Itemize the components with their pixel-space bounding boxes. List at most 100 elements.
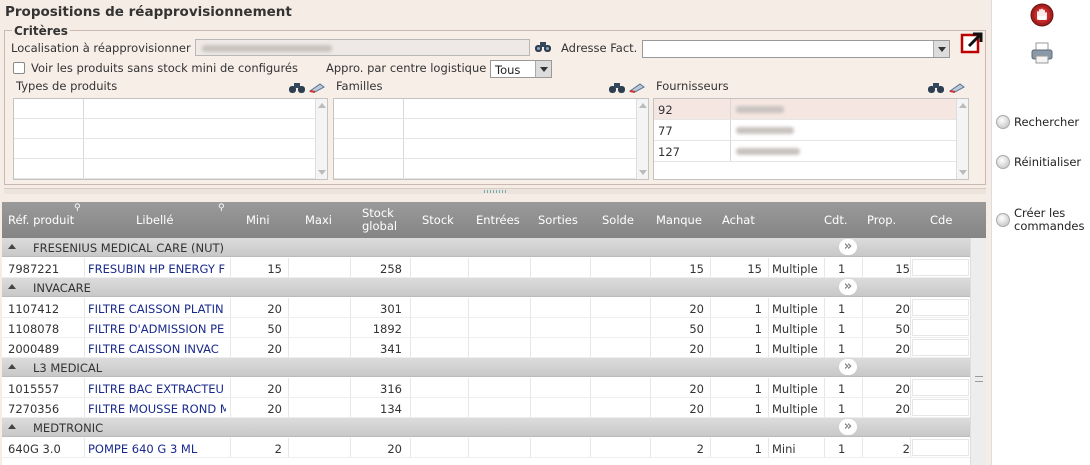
cell-achat: 1 (754, 322, 762, 336)
col-achat[interactable]: Achat (722, 214, 755, 227)
cell-manque: 50 (689, 322, 704, 336)
binoculars-icon[interactable] (534, 41, 552, 53)
cell-ref: 640G 3.0 (8, 442, 61, 456)
table-row[interactable]: 1015557 FILTRE BAC EXTRACTEU 20 316 20 1 Multi… (2, 378, 970, 398)
grid-scrollbar[interactable] (970, 238, 986, 465)
col-prop[interactable]: Prop. (867, 214, 896, 227)
fournisseurs-list[interactable]: 92 77 127 (653, 98, 969, 180)
column-search-icon[interactable]: ⚲ (218, 202, 225, 215)
cell-prop: 15 (895, 262, 910, 276)
cell-prop: 50 (895, 322, 910, 336)
cell-unit: Multiple (772, 322, 818, 336)
eraser-icon[interactable] (949, 83, 965, 93)
stop-hand-icon[interactable] (1030, 3, 1054, 27)
table-row[interactable]: 1108078 FILTRE D'ADMISSION PE 50 1892 50 1 Mul… (2, 318, 970, 338)
col-sorties[interactable]: Sorties (538, 214, 578, 227)
expand-double-chevron-icon[interactable]: » (839, 239, 857, 255)
col-mini[interactable]: Mini (246, 214, 270, 227)
order-qty-input[interactable] (912, 379, 969, 396)
order-qty-input[interactable] (912, 259, 969, 276)
group-header[interactable]: FRESENIUS MEDICAL CARE (NUT) » (2, 238, 970, 257)
eraser-icon[interactable] (629, 83, 645, 93)
table-row[interactable]: 7987221 FRESUBIN HP ENERGY F 15 258 15 15 Mult… (2, 258, 970, 278)
cell-mini: 20 (267, 302, 282, 316)
cell-achat: 1 (754, 302, 762, 316)
collapse-icon[interactable] (8, 364, 16, 369)
cell-sg: 301 (380, 302, 402, 316)
cell-mini: 20 (267, 382, 282, 396)
binoculars-icon[interactable] (927, 82, 945, 94)
order-qty-input[interactable] (912, 399, 969, 416)
cell-lib: FRESUBIN HP ENERGY F (88, 262, 226, 276)
collapse-icon[interactable] (8, 424, 16, 429)
address-select[interactable] (642, 40, 950, 58)
cell-sg: 316 (380, 382, 402, 396)
order-qty-input[interactable] (912, 319, 969, 336)
cell-ref: 7987221 (8, 262, 60, 276)
group-header[interactable]: MEDTRONIC » (2, 418, 970, 437)
col-entrees[interactable]: Entrées (476, 214, 520, 227)
cell-sg: 20 (387, 442, 402, 456)
col-cdt[interactable]: Cdt. (824, 214, 848, 227)
collapse-icon[interactable] (8, 284, 16, 289)
col-manque[interactable]: Manque (656, 214, 702, 227)
group-header[interactable]: INVACARE » (2, 278, 970, 297)
expand-double-chevron-icon[interactable]: » (839, 419, 857, 435)
group-header[interactable]: L3 MEDICAL » (2, 358, 970, 377)
binoculars-icon[interactable] (288, 82, 306, 94)
cell-ref: 7270356 (8, 402, 60, 416)
table-row[interactable]: 640G 3.0 POMPE 640 G 3 ML 2 20 2 1 Mini 1 2 (2, 438, 970, 458)
expand-double-chevron-icon[interactable]: » (839, 359, 857, 375)
cell-unit: Multiple (772, 402, 818, 416)
col-libelle[interactable]: Libellé (136, 214, 173, 227)
list-item[interactable]: 127 (654, 141, 968, 162)
cell-manque: 2 (696, 442, 704, 456)
binoculars-icon[interactable] (608, 82, 626, 94)
cell-cdt: 1 (838, 302, 846, 316)
order-qty-input[interactable] (912, 339, 969, 356)
col-cde[interactable]: Cde (930, 214, 952, 227)
cell-achat: 15 (747, 262, 762, 276)
expand-double-chevron-icon[interactable]: » (839, 279, 857, 295)
col-maxi[interactable]: Maxi (305, 214, 332, 227)
appro-label: Appro. par centre logistique (326, 61, 487, 75)
show-products-checkbox[interactable] (13, 62, 25, 74)
col-stock[interactable]: Stock (422, 214, 454, 227)
table-row[interactable]: 7270356 FILTRE MOUSSE ROND M 20 134 20 1 Multi… (2, 398, 970, 418)
list-item[interactable]: 77 (654, 120, 968, 141)
familles-list[interactable] (333, 98, 649, 180)
col-solde[interactable]: Solde (602, 214, 634, 227)
reset-button[interactable]: Réinitialiser (996, 155, 1081, 169)
radio-icon (996, 213, 1010, 227)
cell-lib: FILTRE BAC EXTRACTEU (88, 382, 224, 396)
table-row[interactable]: 1107412 FILTRE CAISSON PLATIN 20 301 20 1 Mult… (2, 298, 970, 318)
supplier-id: 92 (658, 103, 673, 117)
order-qty-input[interactable] (912, 439, 969, 456)
cell-unit: Multiple (772, 302, 818, 316)
location-field[interactable] (195, 39, 530, 56)
cell-lib: FILTRE CAISSON INVAC (88, 342, 219, 356)
create-orders-button[interactable]: Créer les commandes (996, 207, 1084, 233)
search-button[interactable]: Rechercher (996, 115, 1079, 129)
cell-sg: 1892 (372, 322, 402, 336)
col-ref[interactable]: Réf. produit (8, 214, 74, 227)
eraser-icon[interactable] (309, 83, 325, 93)
collapse-icon[interactable] (8, 244, 16, 249)
table-row[interactable]: 2000489 FILTRE CAISSON INVAC 20 341 20 1 Multi… (2, 338, 970, 358)
cell-cdt: 1 (838, 442, 846, 456)
types-list[interactable] (13, 98, 328, 180)
panel-splitter[interactable] (4, 188, 986, 194)
types-label: Types de produits (16, 79, 118, 93)
order-qty-input[interactable] (912, 299, 969, 316)
cell-lib: FILTRE MOUSSE ROND M (88, 402, 226, 416)
cell-prop: 2 (902, 442, 910, 456)
col-stock-global-2[interactable]: global (362, 220, 397, 233)
export-icon[interactable] (960, 31, 984, 55)
cell-cdt: 1 (838, 322, 846, 336)
location-label: Localisation à réapprovisionner (11, 41, 191, 55)
cell-unit: Mini (772, 442, 796, 456)
list-item[interactable]: 92 (654, 99, 968, 120)
appro-select[interactable]: Tous (490, 60, 552, 78)
column-search-icon[interactable]: ⚲ (74, 202, 81, 215)
printer-icon[interactable] (1030, 42, 1054, 64)
